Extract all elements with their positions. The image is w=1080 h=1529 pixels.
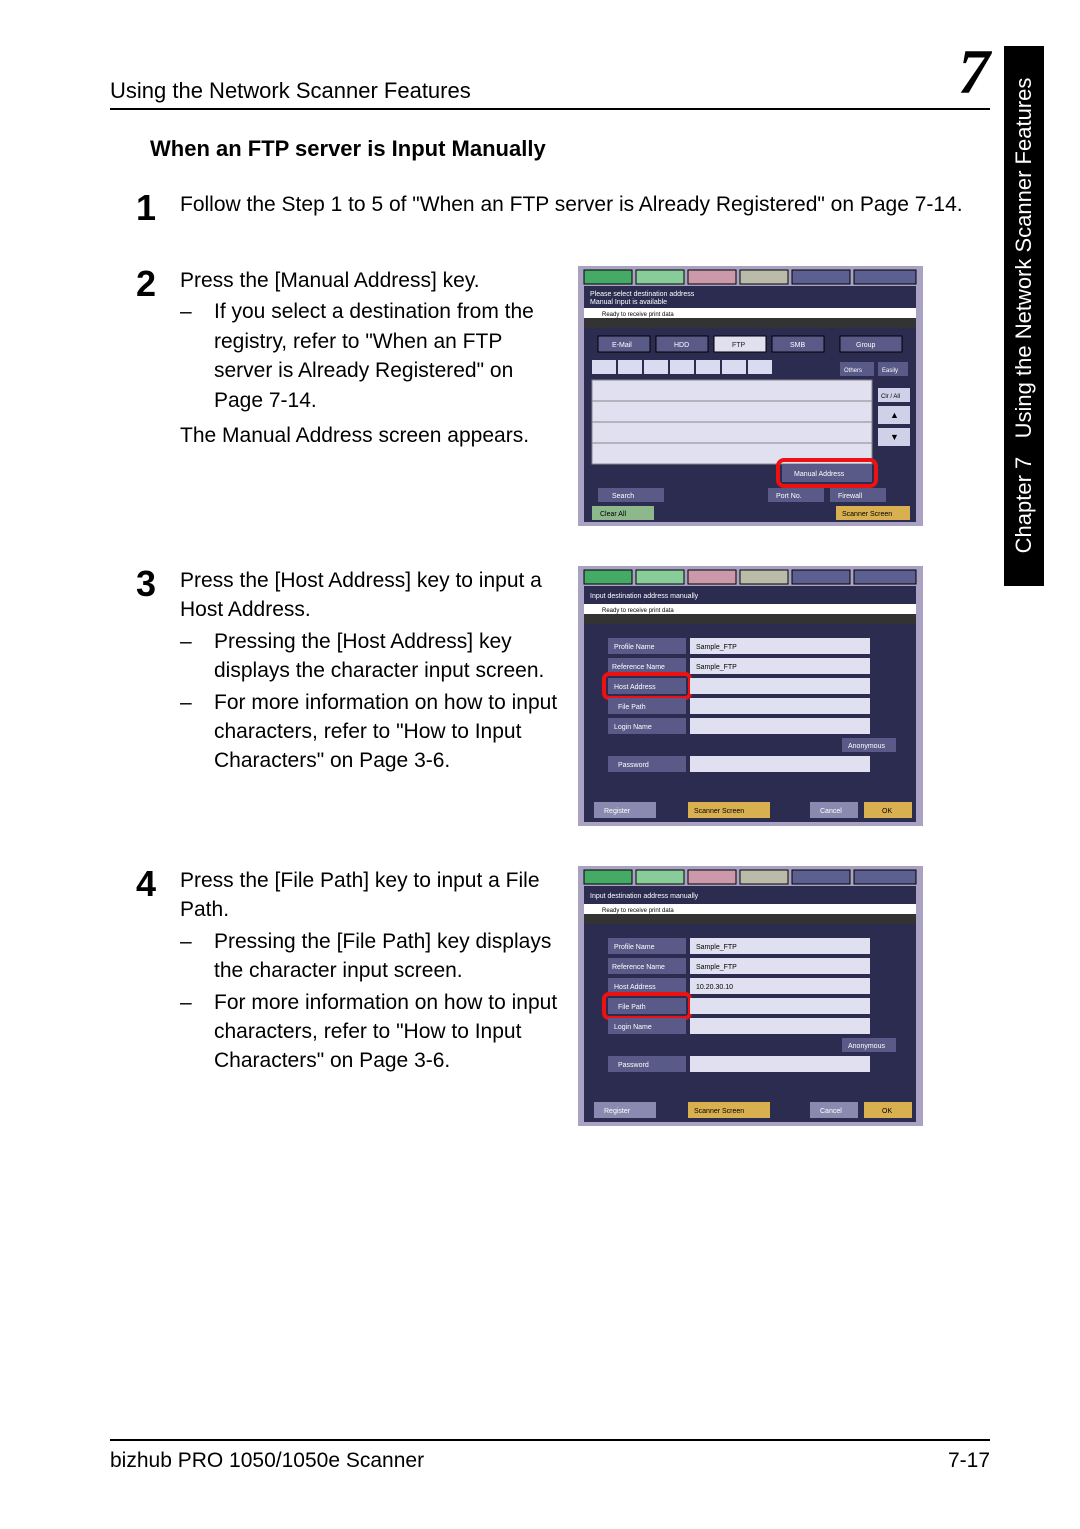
svg-text:Ready to receive print data: Ready to receive print data — [602, 608, 674, 614]
svg-text:Please select destination addr: Please select destination address — [590, 291, 695, 298]
step-3-bullet-1: Pressing the [Host Address] key displays… — [214, 627, 560, 686]
svg-text:SMB: SMB — [790, 342, 806, 349]
svg-text:Register: Register — [604, 808, 631, 815]
step-2: 2 Press the [Manual Address] key. –If yo… — [110, 266, 990, 526]
svg-text:Login Name: Login Name — [614, 1024, 652, 1031]
step-1: 1 Follow the Step 1 to 5 of "When an FTP… — [110, 190, 990, 226]
svg-text:Anonymous: Anonymous — [848, 1043, 885, 1050]
svg-text:Scanner Screen: Scanner Screen — [842, 511, 892, 518]
svg-text:Host Address: Host Address — [614, 984, 656, 991]
page-footer: bizhub PRO 1050/1050e Scanner 7-17 — [110, 1439, 990, 1473]
svg-text:Scanner Screen: Scanner Screen — [694, 808, 744, 815]
svg-text:Sample_FTP: Sample_FTP — [696, 944, 737, 951]
step-1-text: Follow the Step 1 to 5 of "When an FTP s… — [180, 190, 963, 226]
svg-text:Password: Password — [618, 1062, 649, 1069]
step-4-bullet-2: For more information on how to input cha… — [214, 988, 560, 1076]
svg-text:Sample_FTP: Sample_FTP — [696, 664, 737, 671]
step-4-lead: Press the [File Path] key to input a Fil… — [180, 866, 560, 925]
svg-text:File Path: File Path — [618, 1004, 646, 1011]
svg-text:Sample_FTP: Sample_FTP — [696, 964, 737, 971]
svg-text:Others: Others — [844, 368, 862, 374]
svg-text:Sample_FTP: Sample_FTP — [696, 644, 737, 651]
svg-text:HDD: HDD — [674, 342, 689, 349]
step-number: 1 — [110, 190, 156, 226]
svg-text:Manual Input is available: Manual Input is available — [590, 299, 667, 306]
svg-text:Reference Name: Reference Name — [612, 664, 665, 671]
step-number: 2 — [110, 266, 156, 526]
screenshot-manual-address: Please select destination address Manual… — [578, 266, 923, 526]
svg-text:Cancel: Cancel — [820, 808, 842, 815]
svg-text:Scanner Screen: Scanner Screen — [694, 1108, 744, 1115]
svg-text:Input destination address manu: Input destination address manually — [590, 593, 699, 600]
svg-text:Login Name: Login Name — [614, 724, 652, 731]
svg-text:Password: Password — [618, 762, 649, 769]
chapter-number: 7 — [958, 40, 990, 104]
footer-right: 7-17 — [948, 1449, 990, 1473]
svg-text:Anonymous: Anonymous — [848, 743, 885, 750]
svg-text:Firewall: Firewall — [838, 493, 863, 500]
svg-text:Ready to receive print data: Ready to receive print data — [602, 312, 674, 318]
screenshot-file-path: Input destination address manually Ready… — [578, 866, 923, 1126]
step-2-lead: Press the [Manual Address] key. — [180, 266, 560, 295]
header-title: Using the Network Scanner Features — [110, 78, 471, 104]
svg-text:10.20.30.10: 10.20.30.10 — [696, 984, 733, 991]
svg-text:Search: Search — [612, 493, 634, 500]
svg-text:Reference Name: Reference Name — [612, 964, 665, 971]
svg-text:Ready to receive print data: Ready to receive print data — [602, 908, 674, 914]
svg-text:Easily: Easily — [882, 368, 898, 374]
step-3: 3 Press the [Host Address] key to input … — [110, 566, 990, 826]
side-tab-chapter: Chapter 7 — [1011, 457, 1037, 554]
side-tab: Chapter 7 Using the Network Scanner Feat… — [1004, 46, 1044, 586]
screenshot-host-address: Input destination address manually Ready… — [578, 566, 923, 826]
step-number: 3 — [110, 566, 156, 826]
svg-text:Cancel: Cancel — [820, 1108, 842, 1115]
svg-text:Input destination address manu: Input destination address manually — [590, 893, 699, 900]
svg-text:▼: ▼ — [890, 432, 899, 442]
svg-text:File Path: File Path — [618, 704, 646, 711]
footer-left: bizhub PRO 1050/1050e Scanner — [110, 1449, 424, 1473]
page-header: Using the Network Scanner Features 7 — [110, 40, 990, 110]
svg-text:E-Mail: E-Mail — [612, 342, 632, 349]
side-tab-title: Using the Network Scanner Features — [1011, 78, 1037, 439]
step-2-bullet-1: If you select a destination from the reg… — [214, 297, 560, 415]
step-number: 4 — [110, 866, 156, 1126]
svg-text:OK: OK — [882, 1108, 892, 1115]
svg-text:Register: Register — [604, 1108, 631, 1115]
step-2-tail: The Manual Address screen appears. — [180, 421, 560, 450]
step-3-bullet-2: For more information on how to input cha… — [214, 688, 560, 776]
svg-text:▲: ▲ — [890, 410, 899, 420]
svg-text:Profile Name: Profile Name — [614, 944, 655, 951]
step-4-bullet-1: Pressing the [File Path] key displays th… — [214, 927, 560, 986]
section-subheading: When an FTP server is Input Manually — [150, 136, 990, 162]
step-3-lead: Press the [Host Address] key to input a … — [180, 566, 560, 625]
svg-text:Port No.: Port No. — [776, 493, 802, 500]
step-4: 4 Press the [File Path] key to input a F… — [110, 866, 990, 1126]
svg-text:Host Address: Host Address — [614, 684, 656, 691]
svg-text:Profile Name: Profile Name — [614, 644, 655, 651]
svg-text:FTP: FTP — [732, 342, 746, 349]
svg-text:OK: OK — [882, 808, 892, 815]
svg-text:Manual Address: Manual Address — [794, 471, 845, 478]
svg-text:Clr / All: Clr / All — [881, 394, 900, 400]
svg-text:Group: Group — [856, 342, 876, 349]
svg-text:Clear All: Clear All — [600, 511, 627, 518]
